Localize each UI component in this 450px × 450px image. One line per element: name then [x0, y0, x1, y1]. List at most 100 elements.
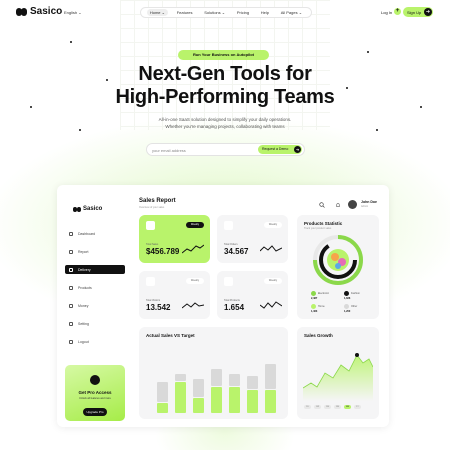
legend-item-fashion: Fashion	[344, 291, 360, 296]
target-bar[interactable]	[211, 369, 222, 386]
avatar[interactable]	[348, 200, 357, 209]
actual-bar[interactable]	[211, 387, 222, 413]
user-role: Admin	[361, 205, 369, 208]
sparkline	[260, 245, 282, 252]
dashboard-sidebar: Sasico Dashboard Report Delivery Product…	[65, 193, 125, 421]
sidebar-item-report[interactable]: Report	[65, 247, 125, 256]
chart-point-marker	[355, 353, 359, 357]
gear-icon	[69, 321, 73, 326]
card-subtitle: Track your product sales	[304, 227, 332, 230]
actual-vs-target-card: Actual Sales VS Target	[139, 327, 288, 419]
hero-badge: Run Your Business on Autopilot	[178, 50, 269, 60]
request-demo-button[interactable]: Request a Demo ➜	[258, 145, 302, 154]
nav-features[interactable]: Features	[174, 9, 196, 16]
actual-bar[interactable]	[247, 390, 258, 413]
search-icon[interactable]	[319, 202, 325, 208]
period-pill[interactable]: Weekly	[264, 222, 282, 228]
actual-bar[interactable]	[157, 403, 168, 413]
sidebar-item-money[interactable]: Money	[65, 301, 125, 310]
stat-label: Total Products	[224, 299, 240, 302]
period-1w[interactable]: 1W	[314, 405, 321, 409]
money-icon	[69, 303, 73, 308]
sparkline	[182, 244, 204, 254]
wallet-icon	[146, 221, 155, 230]
sidebar-item-label: Report	[78, 249, 89, 254]
nav-help[interactable]: Help	[258, 9, 272, 16]
hero-title-line2: High-Performing Teams	[115, 86, 335, 108]
sidebar-item-products[interactable]: Products	[65, 283, 125, 292]
logo-icon	[16, 7, 27, 16]
arrow-right-icon: ➜	[294, 146, 301, 153]
stat-value: 13.542	[146, 303, 171, 312]
stat-value: $456.789	[146, 247, 180, 256]
target-bar[interactable]	[193, 379, 204, 397]
card-title: Products Statistic	[304, 221, 343, 226]
area-chart	[303, 353, 373, 401]
dashboard-subtitle: Overview of your sales	[139, 206, 165, 209]
pro-access-card: Get Pro Access Unlock all features and m…	[65, 365, 125, 421]
target-bar[interactable]	[175, 374, 186, 381]
signup-button[interactable]: Sign Up ➜	[403, 7, 433, 17]
actual-bar[interactable]	[229, 387, 240, 413]
period-3m[interactable]: 3M	[334, 405, 341, 409]
target-bar[interactable]	[265, 364, 276, 389]
period-pill[interactable]: Weekly	[186, 222, 204, 228]
products-statistic-card: Products Statistic Track your product sa…	[297, 215, 379, 319]
sidebar-item-dashboard[interactable]: Dashboard	[65, 229, 125, 238]
sidebar-item-setting[interactable]: Setting	[65, 319, 125, 328]
sidebar-item-label: Products	[78, 285, 92, 290]
sidebar-item-delivery[interactable]: Delivery	[65, 265, 125, 274]
plus-icon[interactable]: +	[394, 8, 401, 15]
stat-label: Total Orders	[224, 243, 238, 246]
period-6m[interactable]: 6M	[344, 405, 351, 409]
card-title: Sales Growth	[304, 333, 333, 338]
nav-home[interactable]: Home ⌄	[146, 9, 168, 16]
stat-label: Total Sales	[146, 243, 159, 246]
sidebar-brand: Sasico	[73, 206, 102, 212]
period-1y[interactable]: 1Y	[354, 405, 361, 409]
target-bar[interactable]	[229, 374, 240, 386]
legend-value: 2,487	[311, 297, 318, 300]
card-title: Actual Sales VS Target	[146, 333, 195, 338]
stat-card-total-orders[interactable]: Weekly Total Orders 34.567	[217, 215, 288, 263]
hero-subtitle-line2: Whether you're managing projects, collab…	[165, 124, 285, 129]
user-name: John Doe	[361, 200, 377, 204]
nav-pricing[interactable]: Pricing	[234, 9, 252, 16]
sidebar-item-logout[interactable]: Logout	[65, 337, 125, 346]
dashboard-icon	[69, 231, 73, 236]
language-selector[interactable]: English ⌄	[64, 10, 82, 15]
legend-item-electronic: Electronic	[311, 291, 329, 296]
stat-card-total-products[interactable]: Weekly Total Products 1.654	[217, 271, 288, 319]
decor-dot	[367, 51, 369, 53]
period-1d[interactable]: 1D	[304, 405, 311, 409]
sales-growth-card: Sales Growth 1D 1W 1M 3M 6M 1Y	[297, 327, 379, 419]
pro-subtitle: Unlock all features and more	[79, 397, 111, 400]
nav-solutions[interactable]: Solutions ⌄	[201, 9, 228, 16]
login-link[interactable]: Log In	[381, 10, 392, 15]
nav-all-pages[interactable]: All Pages ⌄	[278, 9, 305, 16]
period-pill[interactable]: Weekly	[264, 278, 282, 284]
upgrade-pro-button[interactable]: Upgrade Pro	[83, 408, 107, 416]
brand-logo[interactable]: Sasico	[16, 6, 62, 17]
legend-item-other: Other	[344, 304, 357, 309]
actual-bar[interactable]	[265, 390, 276, 413]
cart-icon	[224, 221, 233, 230]
actual-bar[interactable]	[175, 382, 186, 413]
period-1m[interactable]: 1M	[324, 405, 331, 409]
target-bar[interactable]	[247, 376, 258, 389]
stat-card-total-sales[interactable]: Weekly Total Sales $456.789	[139, 215, 210, 263]
arrow-right-icon: ➜	[424, 8, 432, 16]
sidebar-brand-name: Sasico	[83, 206, 103, 212]
stat-card-total-visitors[interactable]: Weekly Total Visitors 13.542	[139, 271, 210, 319]
stat-value: 1.654	[224, 303, 245, 312]
decor-dot	[70, 41, 72, 43]
legend-item-home: Home	[311, 304, 325, 309]
actual-bar[interactable]	[193, 398, 204, 413]
sparkline	[182, 302, 204, 309]
bell-icon[interactable]	[335, 202, 341, 208]
products-icon	[69, 285, 73, 290]
sidebar-item-label: Delivery	[78, 267, 91, 272]
target-bar[interactable]	[157, 382, 168, 402]
period-pill[interactable]: Weekly	[186, 278, 204, 284]
legend-value: 1,463	[311, 310, 318, 313]
